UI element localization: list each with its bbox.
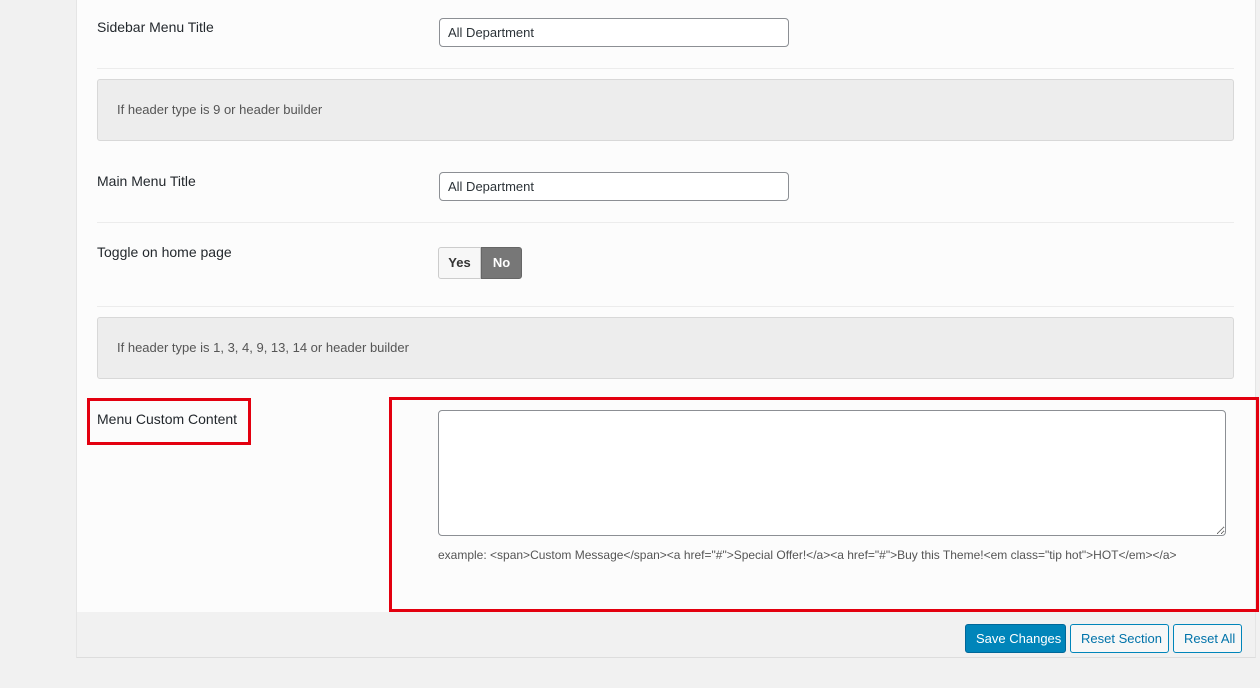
- info-box-header-multi: If header type is 1, 3, 4, 9, 13, 14 or …: [97, 317, 1234, 379]
- info-box-header-9: If header type is 9 or header builder: [97, 79, 1234, 141]
- highlight-box-label: [87, 398, 251, 445]
- admin-sidebar: [0, 0, 76, 658]
- sidebar-menu-title-label: Sidebar Menu Title: [97, 19, 214, 35]
- toggle-yes-option[interactable]: Yes: [438, 247, 481, 279]
- reset-all-button[interactable]: Reset All: [1173, 624, 1242, 653]
- divider: [97, 68, 1234, 69]
- save-changes-button[interactable]: Save Changes: [965, 624, 1066, 653]
- main-menu-title-input[interactable]: [439, 172, 789, 201]
- divider: [97, 222, 1234, 223]
- sidebar-menu-title-input[interactable]: [439, 18, 789, 47]
- divider: [97, 306, 1234, 307]
- toggle-no-option[interactable]: No: [481, 247, 522, 279]
- toggle-home-switch[interactable]: Yes No: [438, 247, 522, 279]
- reset-section-button[interactable]: Reset Section: [1070, 624, 1169, 653]
- toggle-home-label: Toggle on home page: [97, 244, 232, 260]
- highlight-box-field: [389, 397, 1259, 612]
- main-menu-title-label: Main Menu Title: [97, 173, 196, 189]
